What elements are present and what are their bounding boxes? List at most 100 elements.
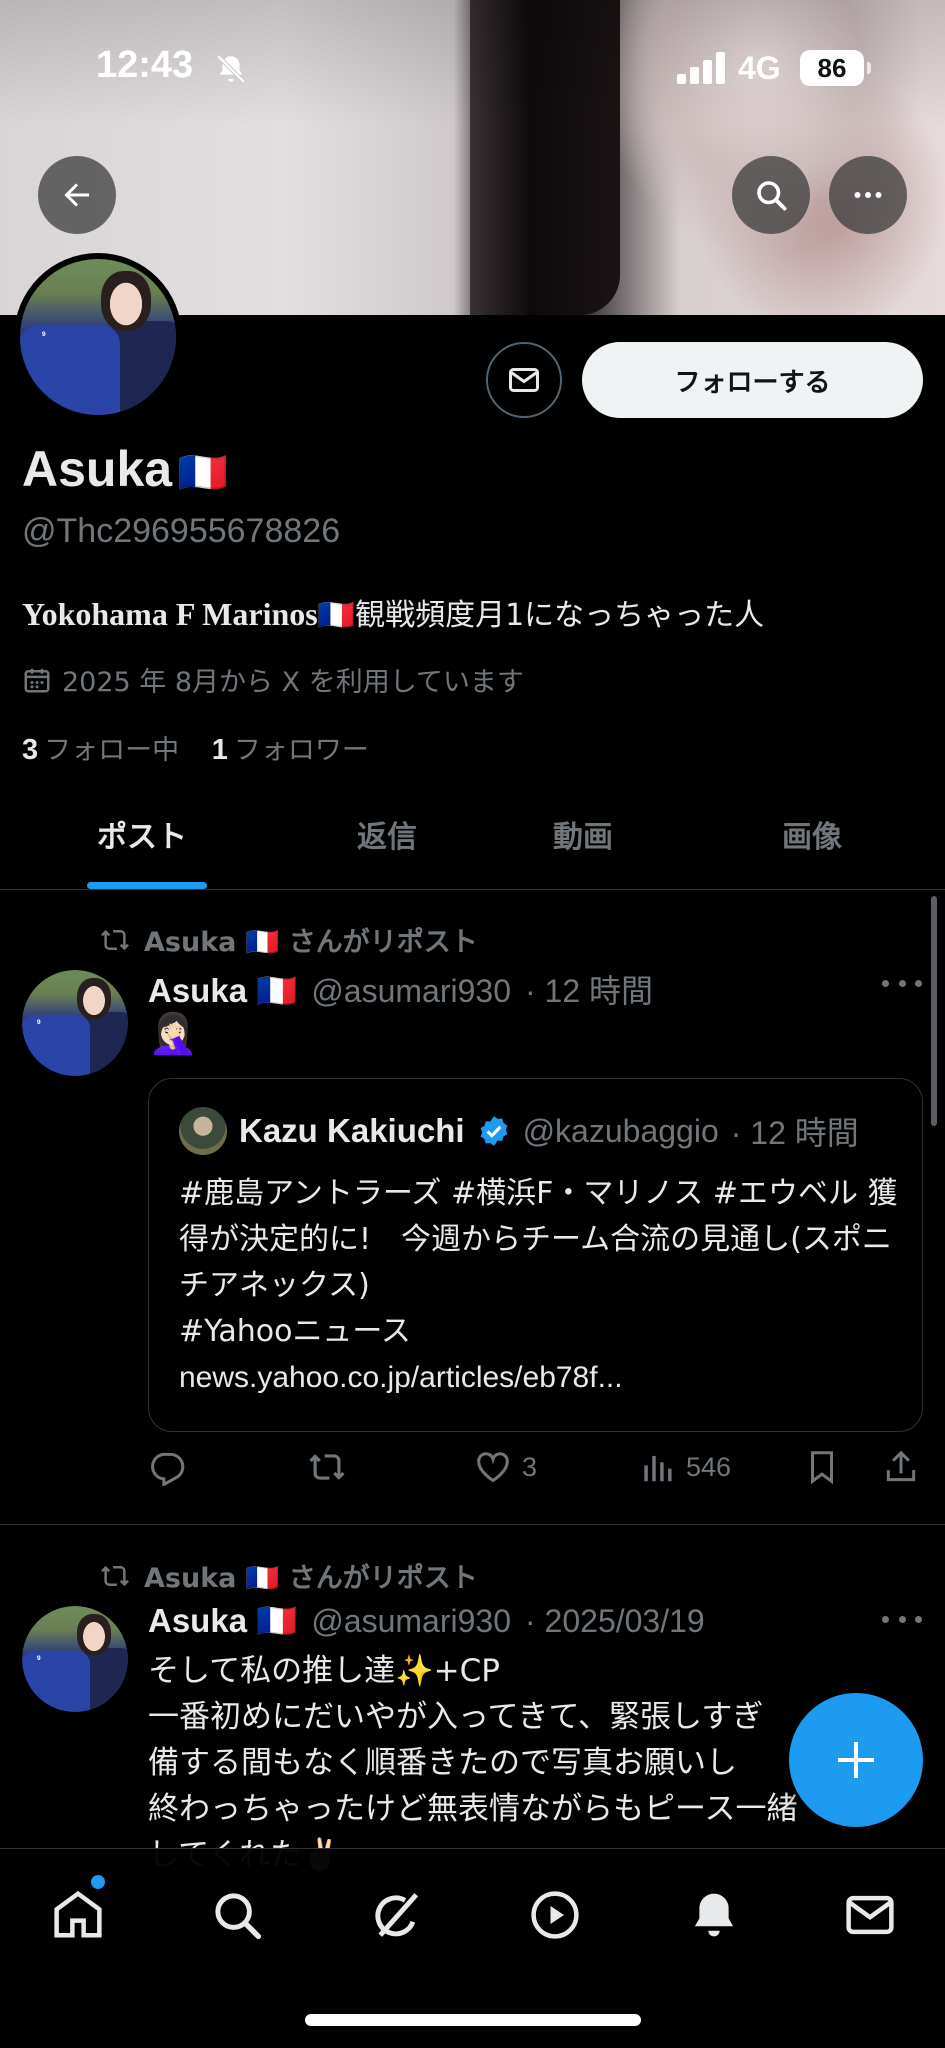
grok-icon bbox=[375, 1893, 419, 1937]
avatar-detail bbox=[22, 1014, 90, 1076]
quoted-post-time: · 12 時間 bbox=[730, 1115, 859, 1151]
search-icon bbox=[757, 181, 787, 211]
search-icon bbox=[215, 1893, 262, 1940]
arrow-left-icon bbox=[64, 183, 89, 207]
quoted-post-header: Kazu Kakiuchi @kazubaggio · 12 時間 bbox=[179, 1107, 859, 1155]
quoted-post[interactable]: Kazu Kakiuchi @kazubaggio · 12 時間 #鹿島アント… bbox=[148, 1078, 923, 1432]
followers-link[interactable]: 1 フォロワー bbox=[211, 734, 369, 766]
tab-replies[interactable]: 返信 bbox=[357, 812, 417, 856]
post-header: Asuka 🇫🇷 @asumari930 · 2025/03/19 bbox=[148, 1602, 705, 1641]
nav-search[interactable] bbox=[207, 1885, 267, 1945]
post-time: · 12 時間 bbox=[525, 973, 654, 1009]
flag-icon: 🇫🇷 bbox=[317, 598, 356, 633]
reply-icon bbox=[151, 1452, 185, 1486]
more-options-button[interactable] bbox=[829, 156, 907, 234]
share-button[interactable] bbox=[882, 1448, 920, 1486]
repost-icon bbox=[101, 929, 129, 950]
bookmark-button[interactable] bbox=[803, 1448, 841, 1486]
nav-messages[interactable] bbox=[840, 1885, 900, 1945]
battery-indicator: 86 bbox=[800, 50, 871, 86]
profile-avatar[interactable]: 9 bbox=[14, 253, 182, 421]
more-horizontal-icon bbox=[854, 192, 882, 198]
reply-button[interactable] bbox=[148, 1448, 186, 1486]
avatar-image: 9 bbox=[20, 259, 176, 415]
profile-bio: Yokohama F Marinos🇫🇷観戦頻度月1になっちゃった人 bbox=[22, 590, 764, 634]
nav-notifications[interactable] bbox=[684, 1885, 744, 1945]
follow-stats: 3 フォロー中 1 フォロワー bbox=[22, 728, 369, 767]
avatar-image: 9 bbox=[22, 1606, 128, 1712]
home-unread-dot bbox=[91, 1875, 105, 1889]
bell-icon bbox=[694, 1893, 734, 1937]
quoted-post-text: #鹿島アントラーズ #横浜F・マリノス #エウベル 獲得が決定的に! 今週からチ… bbox=[179, 1176, 898, 1303]
quoted-author-avatar bbox=[179, 1107, 227, 1155]
post-author-handle: @asumari930 bbox=[311, 973, 511, 1009]
nav-home[interactable] bbox=[48, 1885, 108, 1945]
mail-icon bbox=[509, 368, 539, 392]
views-chart-icon bbox=[644, 1455, 672, 1482]
following-count: 3 bbox=[22, 734, 39, 766]
post-author-handle: @asumari930 bbox=[311, 1603, 511, 1639]
post-text-line: そして私の推し達✨+CP bbox=[148, 1653, 500, 1689]
repost-icon bbox=[101, 1565, 129, 1586]
calendar-icon bbox=[24, 668, 50, 692]
post-author-avatar[interactable]: 9 bbox=[22, 970, 128, 1076]
like-button[interactable]: 3 bbox=[474, 1448, 537, 1486]
quoted-post-body: #鹿島アントラーズ #横浜F・マリノス #エウベル 獲得が決定的に! 今週からチ… bbox=[179, 1171, 899, 1401]
post-author-name[interactable]: Asuka 🇫🇷 bbox=[148, 972, 297, 1011]
home-indicator[interactable] bbox=[305, 2014, 641, 2026]
post-divider bbox=[0, 1524, 945, 1525]
nav-grok[interactable] bbox=[366, 1885, 426, 1945]
post-time: · 2025/03/19 bbox=[525, 1603, 705, 1639]
avatar-detail bbox=[101, 271, 152, 331]
profile-tabs: ポスト 返信 動画 画像 bbox=[0, 780, 945, 890]
tab-images[interactable]: 画像 bbox=[782, 812, 842, 856]
avatar-detail bbox=[22, 1650, 90, 1712]
tab-indicator bbox=[87, 882, 207, 889]
post-more-button[interactable] bbox=[882, 1616, 922, 1628]
bio-latin: Yokohama F Marinos bbox=[22, 596, 318, 632]
repost-button[interactable] bbox=[308, 1448, 346, 1486]
plus-icon bbox=[838, 1742, 874, 1778]
post-actions: 3 546 bbox=[148, 1448, 928, 1498]
post-text: 🤦🏻‍♀️ bbox=[148, 1011, 198, 1057]
avatar-detail bbox=[77, 978, 112, 1019]
tab-posts[interactable]: ポスト bbox=[97, 812, 187, 856]
quoted-author-name: Kazu Kakiuchi bbox=[239, 1112, 465, 1149]
tab-videos[interactable]: 動画 bbox=[553, 812, 613, 856]
compose-post-button[interactable] bbox=[789, 1693, 923, 1827]
search-button[interactable] bbox=[732, 156, 810, 234]
message-button[interactable] bbox=[486, 342, 562, 418]
post-header: Asuka 🇫🇷 @asumari930 · 12 時間 bbox=[148, 966, 653, 1012]
followers-count: 1 bbox=[211, 734, 228, 766]
quoted-post-link[interactable]: news.yahoo.co.jp/articles/eb78f... bbox=[179, 1355, 899, 1401]
following-label: フォロー中 bbox=[44, 735, 180, 766]
status-bar: 12:43 4G 86 bbox=[0, 0, 945, 110]
back-button[interactable] bbox=[38, 156, 116, 234]
avatar-detail bbox=[77, 1614, 112, 1655]
quoted-author-handle: @kazubaggio bbox=[522, 1112, 719, 1149]
heart-icon bbox=[477, 1452, 509, 1483]
verified-badge-icon bbox=[480, 1116, 507, 1146]
repost-label: Asuka 🇫🇷 さんがリポスト bbox=[98, 1556, 478, 1595]
bookmark-icon bbox=[810, 1451, 834, 1485]
post-author-name[interactable]: Asuka 🇫🇷 bbox=[148, 1602, 297, 1641]
followers-label: フォロワー bbox=[233, 735, 369, 766]
following-link[interactable]: 3 フォロー中 bbox=[22, 734, 180, 766]
share-icon bbox=[886, 1450, 916, 1482]
post-author-avatar[interactable]: 9 bbox=[22, 1606, 128, 1712]
nav-video[interactable] bbox=[525, 1885, 585, 1945]
joined-text: 2025 年 8月から X を利用しています bbox=[62, 667, 524, 698]
silent-bell-icon bbox=[216, 54, 246, 84]
play-circle-icon bbox=[531, 1891, 579, 1939]
signal-icon bbox=[677, 52, 725, 84]
views-button[interactable]: 546 bbox=[638, 1448, 731, 1486]
profile-name-text: Asuka bbox=[22, 441, 173, 497]
joined-date: 2025 年 8月から X を利用しています bbox=[22, 660, 524, 699]
repost-label: Asuka 🇫🇷 さんがリポスト bbox=[98, 920, 478, 959]
quoted-post-hashtag[interactable]: #Yahooニュース bbox=[179, 1309, 899, 1355]
avatar-detail: 9 bbox=[36, 1018, 41, 1026]
home-icon bbox=[54, 1890, 102, 1938]
post-more-button[interactable] bbox=[882, 980, 922, 992]
scrollbar[interactable] bbox=[931, 896, 937, 1126]
follow-button[interactable]: フォローする bbox=[582, 342, 923, 418]
